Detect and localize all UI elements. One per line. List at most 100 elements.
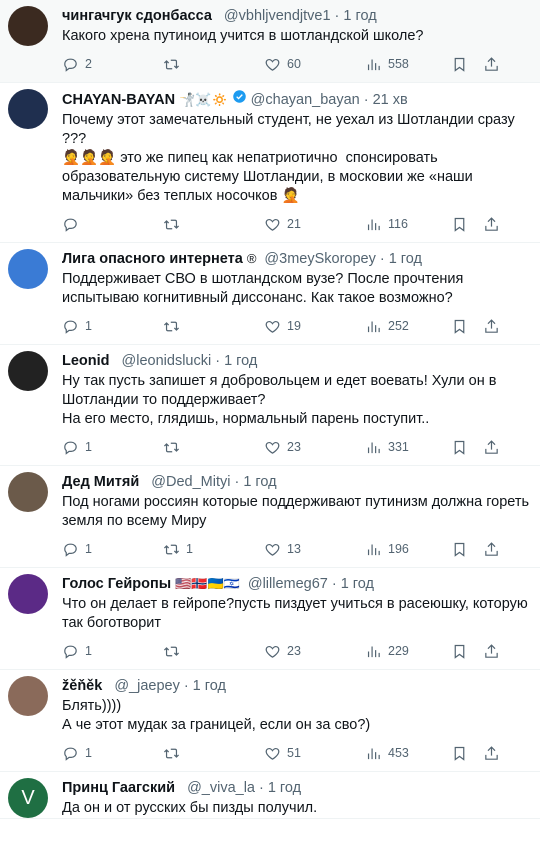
name-badges: 🇺🇸🇳🇴🇺🇦🇮🇱 [175,576,240,591]
retweet-button[interactable] [163,216,264,233]
reply-button[interactable] [62,216,163,233]
separator-dot: · [183,678,189,694]
author-handle[interactable]: @lillemeg67 [248,574,328,594]
retweet-button[interactable] [163,318,264,335]
author-name[interactable]: Лига опасного интернета [62,249,243,269]
avatar[interactable] [8,574,48,614]
share-button[interactable] [483,439,500,456]
like-icon [265,747,280,760]
bookmark-button[interactable] [451,439,483,456]
like-count: 13 [287,542,301,556]
like-button[interactable]: 23 [264,439,365,456]
timestamp[interactable]: 1 год [243,472,276,492]
views-button[interactable]: 229 [365,643,451,660]
reply-button[interactable]: 2 [62,56,163,73]
timestamp[interactable]: 21 хв [373,90,408,110]
tweet[interactable]: CHAYAN-BAYAN 🤺☠️🔅 @chayan_bayan · 21 хв … [0,83,540,243]
bookmark-button[interactable] [451,643,483,660]
author-name[interactable]: чингачгук сдонбасса [62,6,212,26]
view-count: 558 [388,57,409,71]
tweet[interactable]: žěňěk @_jaepey · 1 год Блять)))) А че эт… [0,670,540,772]
tweet[interactable]: Дед Митяй @Ded_Mityi · 1 год Под ногами … [0,466,540,568]
views-icon [367,544,380,555]
reply-icon [64,218,77,232]
avatar[interactable] [8,89,48,129]
reply-button[interactable]: 1 [62,745,163,762]
reply-count: 1 [85,542,92,556]
share-button[interactable] [483,216,500,233]
tweet-text: Какого хрена путиноид учится в шотландск… [62,28,424,44]
like-button[interactable]: 21 [264,216,365,233]
timestamp[interactable]: 1 год [268,778,301,798]
author-handle[interactable]: @leonidslucki [122,351,212,371]
timestamp[interactable]: 1 год [193,676,226,696]
retweet-button[interactable] [163,643,264,660]
share-button[interactable] [483,541,500,558]
author-handle[interactable]: @3meySkoropey [264,249,375,269]
retweet-button[interactable]: 1 [163,541,264,558]
reply-button[interactable]: 1 [62,541,163,558]
retweet-button[interactable] [163,56,264,73]
avatar[interactable]: V [8,778,48,818]
view-count: 252 [388,319,409,333]
author-handle[interactable]: @vbhljvendjtve1 [224,6,331,26]
tweet-feed: чингачгук сдонбасса @vbhljvendjtve1 · 1 … [0,0,540,819]
bookmark-button[interactable] [451,318,483,335]
author-name[interactable]: Дед Митяй [62,472,139,492]
reply-button[interactable]: 1 [62,318,163,335]
bookmark-icon [454,440,465,455]
views-button[interactable]: 252 [365,318,451,335]
like-button[interactable]: 23 [264,643,365,660]
author-handle[interactable]: @chayan_bayan [251,90,360,110]
tweet-text: Ну так пусть запишет я добровольцем и ед… [62,373,497,427]
share-icon [485,56,498,71]
reply-button[interactable]: 1 [62,643,163,660]
reply-count: 1 [85,319,92,333]
like-button[interactable]: 13 [264,541,365,558]
tweet[interactable]: V Принц Гаагский @_viva_la · 1 год Да он… [0,772,540,819]
reply-button[interactable]: 1 [62,439,163,456]
share-button[interactable] [483,745,500,762]
avatar[interactable] [8,249,48,289]
retweet-icon [163,544,180,554]
avatar[interactable] [8,6,48,46]
bookmark-button[interactable] [451,216,483,233]
author-name[interactable]: Leonid [62,351,110,371]
share-button[interactable] [483,643,500,660]
share-button[interactable] [483,56,500,73]
views-button[interactable]: 558 [365,56,451,73]
timestamp[interactable]: 1 год [341,574,374,594]
like-button[interactable]: 51 [264,745,365,762]
views-button[interactable]: 116 [365,216,451,233]
bookmark-button[interactable] [451,56,483,73]
bookmark-button[interactable] [451,745,483,762]
retweet-icon [163,321,180,331]
tweet[interactable]: Leonid @leonidslucki · 1 год Ну так пуст… [0,345,540,466]
tweet[interactable]: Лига опасного интернета ® @3meySkoropey … [0,243,540,345]
author-handle[interactable]: @Ded_Mityi [151,472,230,492]
timestamp[interactable]: 1 год [343,6,376,26]
avatar[interactable] [8,472,48,512]
avatar[interactable] [8,676,48,716]
timestamp[interactable]: 1 год [389,249,422,269]
retweet-button[interactable] [163,439,264,456]
like-count: 23 [287,440,301,454]
bookmark-button[interactable] [451,541,483,558]
like-button[interactable]: 60 [264,56,365,73]
author-name[interactable]: Принц Гаагский [62,778,175,798]
views-button[interactable]: 331 [365,439,451,456]
retweet-button[interactable] [163,745,264,762]
tweet[interactable]: Голос Гейропы 🇺🇸🇳🇴🇺🇦🇮🇱 @lillemeg67 · 1 г… [0,568,540,670]
author-handle[interactable]: @_jaepey [114,676,180,696]
views-button[interactable]: 196 [365,541,451,558]
timestamp[interactable]: 1 год [224,351,257,371]
share-button[interactable] [483,318,500,335]
avatar[interactable] [8,351,48,391]
tweet[interactable]: чингачгук сдонбасса @vbhljvendjtve1 · 1 … [0,0,540,83]
author-handle[interactable]: @_viva_la [187,778,255,798]
views-button[interactable]: 453 [365,745,451,762]
like-button[interactable]: 19 [264,318,365,335]
author-name[interactable]: CHAYAN-BAYAN [62,90,175,110]
author-name[interactable]: Голос Гейропы [62,574,171,594]
author-name[interactable]: žěňěk [62,676,102,696]
